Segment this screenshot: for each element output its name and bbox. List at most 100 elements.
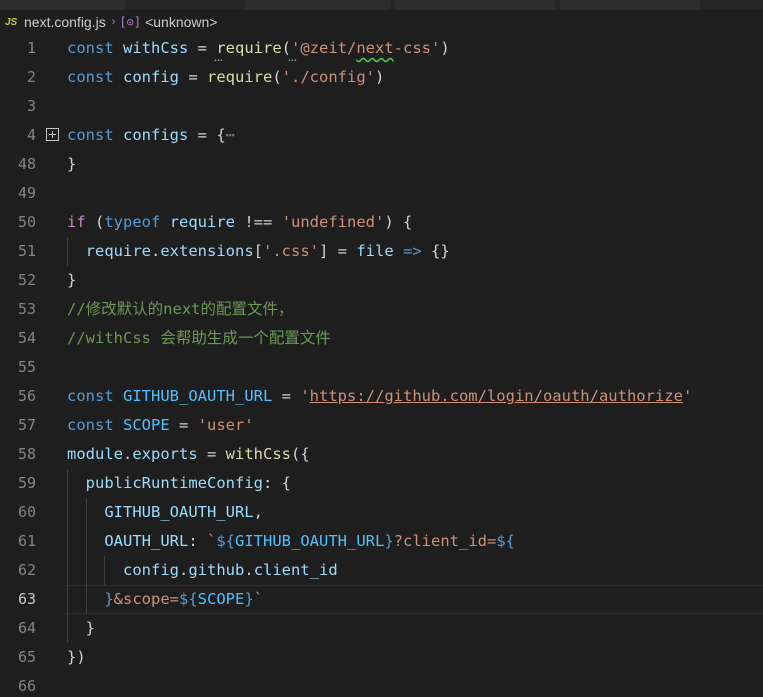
code-text: } [67,266,76,295]
code-line[interactable]: 4 const configs = {⋯ [0,121,763,150]
chevron-right-icon: › [111,16,116,28]
line-number: 59 [17,474,36,492]
code-line[interactable]: 54 //withCss 会帮助生成一个配置文件 [0,324,763,353]
code-line[interactable]: 63 }&scope=${SCOPE}` [0,585,763,614]
code-token: = { [188,126,226,144]
code-token: ${ [179,590,198,608]
code-line[interactable]: 49 [0,179,763,208]
code-text: publicRuntimeConfig: { [67,469,291,498]
code-token: config [123,68,180,86]
code-token: require [216,39,282,57]
code-line[interactable]: 55 [0,353,763,382]
breadcrumb-symbol[interactable]: <unknown> [145,14,217,30]
code-line[interactable]: 3 [0,92,763,121]
code-token: '.css' [263,242,320,260]
line-number: 48 [17,155,36,173]
code-token: https://github.com/login/oauth/authorize [309,387,683,405]
code-token: } [104,590,114,608]
code-token: exports [132,445,198,463]
line-number: 1 [26,39,36,57]
code-token: SCOPE [197,590,245,608]
code-token: : [188,532,207,550]
code-line[interactable]: 50 if (typeof require !== 'undefined') { [0,208,763,237]
tab-strip-segment [0,0,125,10]
code-text: } [67,614,95,643]
code-token: : { [262,474,291,492]
code-token: const [67,126,114,144]
fold-expand-icon[interactable] [46,128,59,141]
code-token: if [67,213,86,231]
code-token: publicRuntimeConfig [85,474,263,492]
code-token: github [188,561,245,579]
tab-strip-segment [395,0,555,10]
line-number: 62 [17,561,36,579]
code-token: ) [375,68,385,86]
line-number: 52 [17,271,36,289]
code-token: './config' [281,68,376,86]
code-area[interactable]: 1 const withCss = require('@zeit/next-css… [0,34,763,697]
line-number: 56 [17,387,36,405]
code-line[interactable]: 61 OAUTH_URL: `${GITHUB_OAUTH_URL}?clien… [0,527,763,556]
code-token: ⋯ [225,126,236,144]
line-number: 49 [17,184,36,202]
code-token: . [179,561,189,579]
code-line[interactable]: 60 GITHUB_OAUTH_URL, [0,498,763,527]
code-token: SCOPE [123,416,170,434]
code-text: const GITHUB_OAUTH_URL = 'https://github… [67,382,692,411]
code-token: &scope= [113,590,179,608]
code-editor[interactable]: JS next.config.js › [⊙] <unknown> 1 const… [0,0,763,697]
code-line[interactable]: 66 [0,672,763,697]
code-text: config.github.client_id [67,556,338,585]
code-token: module [67,445,123,463]
line-number: 64 [17,619,36,637]
code-token: ' [300,387,310,405]
code-token: const [67,387,114,405]
code-token: [ [253,242,264,260]
code-line[interactable]: 48} [0,150,763,179]
breadcrumb: JS next.config.js › [⊙] <unknown> [0,10,763,34]
code-line[interactable]: 59 publicRuntimeConfig: { [0,469,763,498]
code-token: GITHUB_OAUTH_URL [123,387,273,405]
line-number: 54 [17,329,36,347]
line-number: 4 [26,126,36,144]
tab-strip-segment [245,0,390,10]
code-line[interactable]: 62 config.github.client_id [0,556,763,585]
code-line[interactable]: 52} [0,266,763,295]
code-token: client_id [253,561,338,579]
code-text: GITHUB_OAUTH_URL, [67,498,263,527]
code-text: }&scope=${SCOPE}` [67,585,263,614]
code-line[interactable]: 64 } [0,614,763,643]
code-line[interactable]: 1 const withCss = require('@zeit/next-css… [0,34,763,64]
code-line[interactable]: 51 require.extensions['.css'] = file => … [0,237,763,266]
code-line[interactable]: 2 const config = require('./config') [0,63,763,92]
code-token: } [67,619,95,637]
line-number: 65 [17,648,36,666]
code-token: withCss [225,445,291,463]
line-number: 57 [17,416,36,434]
lint-warning-squiggle[interactable]: next [356,39,393,57]
code-token: }) [67,648,86,666]
code-line[interactable]: 57 const SCOPE = 'user' [0,411,763,440]
code-line[interactable]: 58 module.exports = withCss({ [0,440,763,469]
breadcrumb-file[interactable]: next.config.js [24,14,106,30]
code-token: //withCss 会帮助生成一个配置文件 [67,329,331,347]
code-text: OAUTH_URL: `${GITHUB_OAUTH_URL}?client_i… [67,527,515,556]
code-token: const [67,68,114,86]
code-token: = [188,39,217,57]
code-line[interactable]: 56 const GITHUB_OAUTH_URL = 'https://gith… [0,382,763,411]
code-token: extensions [160,242,254,260]
code-token: ' [682,387,693,405]
code-line[interactable]: 65}) [0,643,763,672]
code-text: module.exports = withCss({ [67,440,310,469]
code-line[interactable]: 53 //修改默认的next的配置文件， [0,295,763,324]
code-token: } [67,271,77,289]
code-token: OAUTH_URL [104,532,189,550]
